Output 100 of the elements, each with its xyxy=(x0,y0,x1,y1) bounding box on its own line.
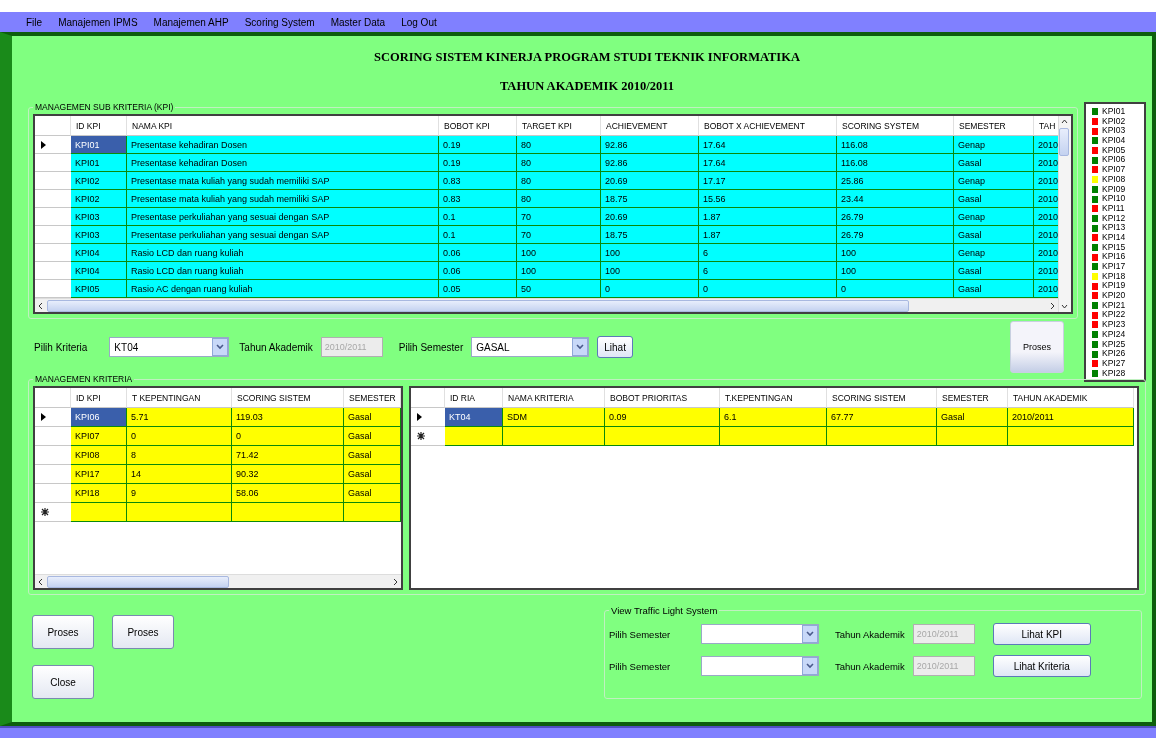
group-title: MANAGEMEN SUB KRITERIA (KPI) xyxy=(34,102,175,112)
table-cell: 0.83 xyxy=(439,190,517,208)
menu-item[interactable]: File xyxy=(20,16,49,28)
action-button[interactable]: Lihat KPI xyxy=(992,623,1091,645)
table-cell: KPI17 xyxy=(71,465,127,484)
table-cell: Genap xyxy=(954,208,1034,226)
action-button[interactable]: Close xyxy=(32,665,94,699)
menu-item[interactable]: Scoring System xyxy=(238,16,321,28)
table-cell: 0.1 xyxy=(439,208,517,226)
legend-label: KPI20 xyxy=(1102,291,1126,301)
dropdown[interactable]: GASAL xyxy=(471,337,590,357)
table-cell: 58.06 xyxy=(232,484,344,503)
table-cell: KPI02 xyxy=(71,190,127,208)
field-label: Pilih Kriteria xyxy=(34,341,88,353)
table-cell: Gasal xyxy=(954,154,1034,172)
dropdown[interactable] xyxy=(701,656,819,676)
column-header[interactable]: BOBOT X ACHIEVEMENT xyxy=(699,116,837,136)
column-header[interactable]: T.KEPENTINGAN xyxy=(720,388,827,408)
column-header[interactable]: ID KPI xyxy=(71,388,127,408)
legend-label: KPI25 xyxy=(1102,339,1126,350)
table-cell: KT04 xyxy=(445,408,503,427)
table-cell: 0 xyxy=(699,280,837,298)
table-cell: 6 xyxy=(699,262,837,280)
table-cell: 20.69 xyxy=(601,208,699,226)
table-cell: 80 xyxy=(517,136,601,154)
horizontal-scrollbar[interactable] xyxy=(35,298,1058,312)
column-header[interactable]: SEMESTER xyxy=(954,116,1034,136)
table-cell: 0 xyxy=(601,280,699,298)
horizontal-scrollbar[interactable] xyxy=(35,574,401,588)
vertical-scrollbar[interactable] xyxy=(1058,116,1071,312)
column-header[interactable]: TAHUN AKADEMIK xyxy=(1008,388,1134,408)
table-cell: 0.06 xyxy=(439,262,517,280)
table-cell: 100 xyxy=(517,244,601,262)
menu-item[interactable]: Master Data xyxy=(324,16,392,28)
column-header[interactable]: NAMA KRITERIA xyxy=(503,388,605,408)
chevron-down-icon xyxy=(802,625,818,643)
dropdown[interactable]: KT04 xyxy=(109,337,230,357)
table-cell: Gasal xyxy=(344,427,401,446)
legend-label: KPI07 xyxy=(1102,165,1126,175)
column-header[interactable]: TARGET KPI xyxy=(517,116,601,136)
new-row-icon xyxy=(41,508,49,516)
table-cell: Gasal xyxy=(954,226,1034,244)
field-label: Tahun Akademik xyxy=(835,628,905,640)
menu-item[interactable]: Log Out xyxy=(395,16,443,28)
legend-label: KPI21 xyxy=(1102,300,1126,311)
legend-label: KPI28 xyxy=(1102,368,1126,379)
column-header[interactable]: SCORING SISTEM xyxy=(232,388,344,408)
legend-label: KPI14 xyxy=(1102,232,1126,243)
table-cell: 9 xyxy=(127,484,232,503)
column-header[interactable]: SCORING SYSTEM xyxy=(837,116,954,136)
legend-label: KPI05 xyxy=(1102,145,1126,156)
action-button[interactable]: Lihat Kriteria xyxy=(992,655,1091,677)
table-cell: 100 xyxy=(517,262,601,280)
column-header[interactable]: ID KPI xyxy=(71,116,127,136)
column-header[interactable]: SEMESTER xyxy=(937,388,1008,408)
new-row-icon xyxy=(417,432,425,440)
table-cell: 67.77 xyxy=(827,408,937,427)
column-header[interactable]: SCORING SISTEM xyxy=(827,388,937,408)
legend-label: KPI18 xyxy=(1102,271,1126,282)
column-header[interactable]: T KEPENTINGAN xyxy=(127,388,232,408)
table-cell: 0.05 xyxy=(439,280,517,298)
scrollbar-thumb[interactable] xyxy=(47,575,229,588)
table-cell: KPI02 xyxy=(71,172,127,190)
table-cell: KPI01 xyxy=(71,136,127,154)
legend-label: KPI24 xyxy=(1102,329,1126,340)
column-header[interactable]: ID RIA xyxy=(445,388,503,408)
scrollbar-thumb[interactable] xyxy=(1059,128,1069,156)
chevron-down-icon xyxy=(212,338,229,356)
lihat-button[interactable]: Lihat xyxy=(597,336,633,358)
table-cell: 119.03 xyxy=(232,408,344,427)
scrollbar-thumb[interactable] xyxy=(47,299,909,312)
action-button[interactable]: Proses xyxy=(32,615,94,649)
field-label: Tahun Akademik xyxy=(835,660,905,672)
table-cell: 2010 xyxy=(1034,136,1058,154)
table-cell: 6 xyxy=(699,244,837,262)
table-cell: 17.64 xyxy=(699,136,837,154)
action-button[interactable]: Proses xyxy=(112,615,174,649)
proses-button[interactable]: Proses xyxy=(1010,321,1064,373)
column-header[interactable]: BOBOT PRIORITAS xyxy=(605,388,720,408)
table-cell: Gasal xyxy=(344,446,401,465)
column-header[interactable]: NAMA KPI xyxy=(127,116,439,136)
column-header[interactable]: SEMESTER xyxy=(344,388,401,408)
table-cell: Gasal xyxy=(937,408,1008,427)
field-label: Tahun Akademik xyxy=(239,341,313,353)
table-cell: 0.1 xyxy=(439,226,517,244)
menu-item[interactable]: Manajemen IPMS xyxy=(52,16,144,28)
table-cell: KPI07 xyxy=(71,427,127,446)
legend-label: KPI26 xyxy=(1102,349,1126,359)
table-cell: 0.19 xyxy=(439,154,517,172)
table-cell: 100 xyxy=(837,244,954,262)
menu-item[interactable]: Manajemen AHP xyxy=(147,16,235,28)
table-cell xyxy=(937,427,1008,446)
dropdown[interactable] xyxy=(701,624,819,644)
column-header[interactable]: BOBOT KPI xyxy=(439,116,517,136)
legend-label: KPI17 xyxy=(1102,262,1126,272)
legend-label: KPI16 xyxy=(1102,252,1126,262)
table-cell: Gasal xyxy=(954,280,1034,298)
table-cell: 80 xyxy=(517,190,601,208)
column-header[interactable]: ACHIEVEMENT xyxy=(601,116,699,136)
table-cell: SDM xyxy=(503,408,605,427)
